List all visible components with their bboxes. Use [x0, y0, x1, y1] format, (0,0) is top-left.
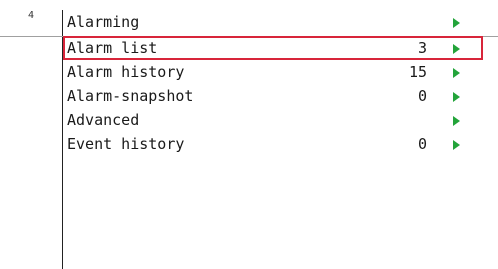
expand-arrow-icon[interactable]	[453, 68, 460, 78]
menu-item-label: Advanced	[67, 111, 140, 129]
menu-header-label: Alarming	[67, 13, 140, 31]
menu-header-alarming[interactable]: Alarming	[63, 10, 483, 36]
menu-item-alarm-history[interactable]: Alarm history 15	[63, 60, 483, 84]
expand-arrow-icon[interactable]	[453, 18, 460, 28]
line-number-gutter: 4	[0, 0, 62, 269]
menu-item-count: 0	[417, 87, 427, 105]
menu-item-alarm-snapshot[interactable]: Alarm-snapshot 0	[63, 84, 483, 108]
line-number: 4	[28, 10, 35, 21]
menu-item-alarm-list[interactable]: Alarm list 3	[63, 36, 483, 60]
expand-arrow-icon[interactable]	[453, 116, 460, 126]
expand-arrow-icon[interactable]	[453, 92, 460, 102]
alarming-menu: Alarming Alarm list 3 Alarm history 15 A…	[63, 10, 483, 156]
menu-item-count: 0	[417, 135, 427, 153]
menu-item-label: Alarm list	[67, 39, 158, 57]
menu-item-count: 15	[408, 63, 427, 81]
expand-arrow-icon[interactable]	[453, 44, 460, 54]
menu-item-advanced[interactable]: Advanced	[63, 108, 483, 132]
menu-item-count: 3	[417, 39, 427, 57]
menu-item-label: Event history	[67, 135, 185, 153]
menu-item-label: Alarm-snapshot	[67, 87, 194, 105]
menu-item-label: Alarm history	[67, 63, 185, 81]
expand-arrow-icon[interactable]	[453, 140, 460, 150]
menu-item-event-history[interactable]: Event history 0	[63, 132, 483, 156]
